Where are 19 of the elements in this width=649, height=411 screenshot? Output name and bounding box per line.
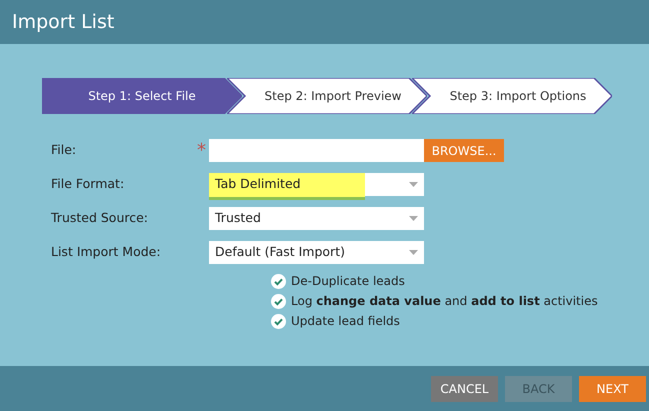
step-tab[interactable]: Step 1: Select File	[42, 78, 242, 114]
field-label: File:	[51, 141, 78, 160]
window-title: Import List	[12, 10, 114, 35]
step-tab[interactable]: Step 3: Import Options	[412, 78, 612, 114]
dropdown-field[interactable]: Default (Fast Import)	[209, 241, 424, 264]
dropdown-field[interactable]: Trusted	[209, 207, 424, 230]
step-tab[interactable]: Step 2: Import Preview	[227, 78, 427, 114]
footer-button[interactable]: CANCEL	[431, 376, 498, 402]
field-label: File Format:	[51, 175, 126, 194]
file-input-field[interactable]	[209, 139, 424, 162]
dropdown-caret-icon	[409, 216, 418, 221]
dropdown-caret-icon	[409, 250, 418, 255]
field-label: Trusted Source:	[51, 209, 150, 228]
option-text: Update lead fields	[291, 313, 400, 330]
dropdown-caret-icon	[409, 182, 418, 187]
field-label: List Import Mode:	[51, 243, 162, 262]
required-asterisk: *	[197, 142, 206, 160]
option-text: De-Duplicate leads	[291, 273, 405, 290]
option-text: Log change data value and add to list activities	[291, 293, 598, 310]
